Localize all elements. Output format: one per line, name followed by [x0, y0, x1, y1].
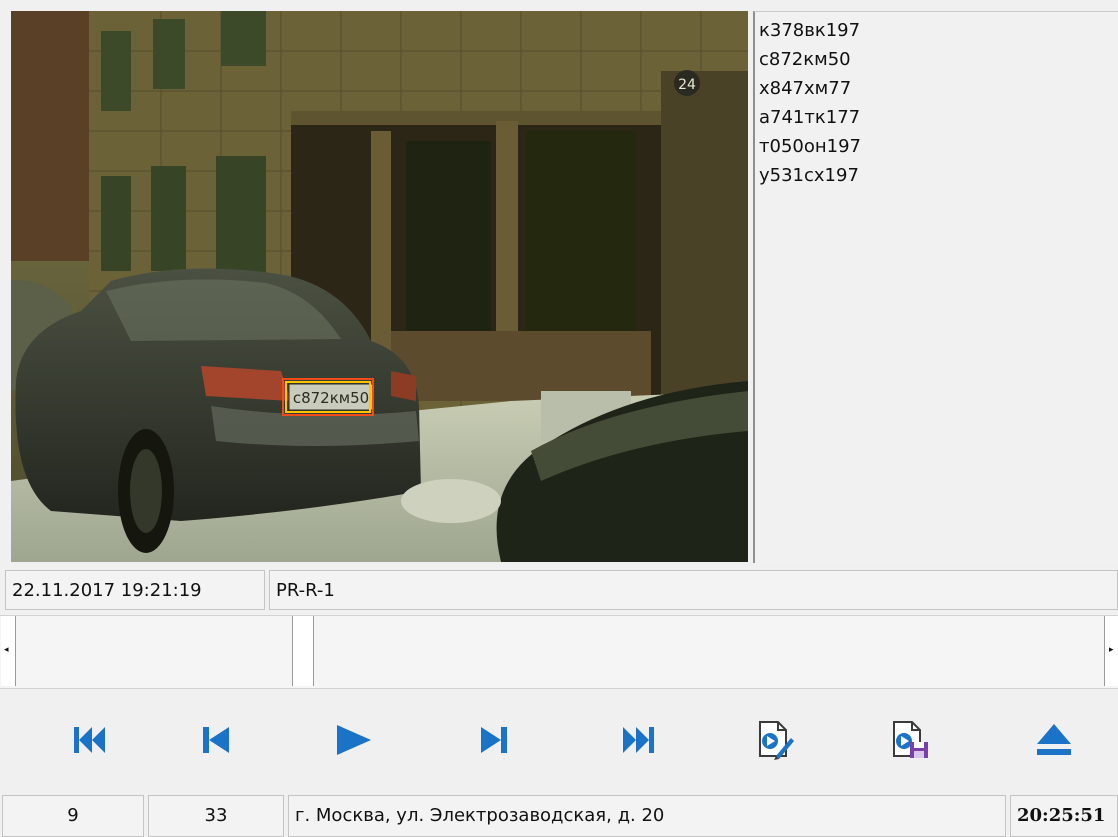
status-address: г. Москва, ул. Электрозаводская, д. 20: [288, 795, 1006, 837]
plate-list-item[interactable]: а741тк177: [755, 103, 1118, 132]
edit-document-icon: [759, 721, 794, 760]
timeline-scrollbar[interactable]: ◂ ▸: [0, 615, 1118, 689]
status-bar: 9 33 г. Москва, ул. Электрозаводская, д.…: [0, 795, 1118, 837]
eject-icon: [1037, 724, 1071, 755]
license-plate-text: с872км50: [293, 389, 369, 407]
plate-list-item[interactable]: к378вк197: [755, 16, 1118, 45]
scroll-right-arrow[interactable]: ▸: [1104, 616, 1118, 686]
recognized-plates-list[interactable]: к378вк197 с872км50 х847хм77 а741тк177 т050он…: [753, 11, 1118, 563]
play-button[interactable]: [328, 714, 380, 766]
playback-toolbar: [0, 690, 1118, 790]
frame-timestamp: 22.11.2017 19:21:19: [5, 570, 265, 610]
plate-list-item[interactable]: у531сх197: [755, 161, 1118, 190]
save-record-button[interactable]: [884, 714, 936, 766]
skip-to-end-icon: [623, 727, 654, 753]
plate-list-item[interactable]: х847хм77: [755, 74, 1118, 103]
building-number: 24: [678, 77, 696, 93]
app-window: 24 с872км50 к378вк197 с872км50 х847хм77 …: [0, 0, 1118, 837]
scroll-left-arrow[interactable]: ◂: [1, 616, 16, 686]
save-document-icon: [893, 721, 928, 758]
step-back-icon: [203, 727, 229, 753]
scroll-thumb[interactable]: [292, 616, 314, 686]
step-forward-icon: [481, 727, 507, 753]
next-frame-button[interactable]: [468, 714, 520, 766]
camera-scene: 24 с872км50: [11, 11, 748, 562]
previous-frame-button[interactable]: [190, 714, 242, 766]
status-count-b: 33: [148, 795, 284, 837]
camera-name: PR-R-1: [269, 570, 1118, 610]
skip-to-start-icon: [74, 727, 105, 753]
plate-list-item[interactable]: с872км50: [755, 45, 1118, 74]
first-frame-button[interactable]: [64, 714, 116, 766]
edit-record-button[interactable]: [748, 714, 800, 766]
play-icon: [337, 725, 371, 755]
status-count-a: 9: [2, 795, 144, 837]
last-frame-button[interactable]: [612, 714, 664, 766]
status-clock: 20:25:51: [1010, 795, 1118, 837]
camera-image[interactable]: 24 с872км50: [11, 11, 748, 562]
plate-list-item[interactable]: т050он197: [755, 132, 1118, 161]
eject-button[interactable]: [1028, 714, 1080, 766]
